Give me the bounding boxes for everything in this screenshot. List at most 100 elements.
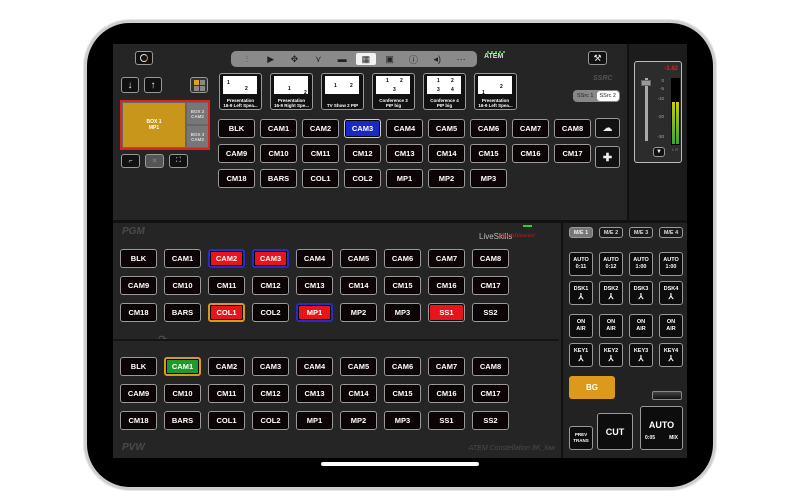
pgm-source-button[interactable]: CM10 [164,276,201,295]
ssrc-preset[interactable]: 1 2 Presentation 16-9 Right Spe... [270,73,313,110]
home-indicator[interactable] [321,462,479,466]
pgm-source-button[interactable]: CM16 [428,276,465,295]
ssrc-source-button[interactable]: CM17 [554,144,591,163]
pvw-source-button[interactable]: COL1 [208,411,245,430]
ssrc-preset[interactable]: 1 2 TV Show 2 PIP [321,73,364,110]
ssrc-source-button[interactable]: CAM3 [344,119,381,138]
ssrc-source-button[interactable]: CAM7 [512,119,549,138]
ssrc-source-button[interactable]: BARS [260,169,297,188]
on-air-button[interactable]: ON AIR [599,314,623,338]
pgm-source-button[interactable]: CAM5 [340,249,377,268]
ssrc-source-button[interactable]: CAM4 [386,119,423,138]
pgm-source-button[interactable]: CAM8 [472,249,509,268]
ssrc-source-button[interactable]: CAM9 [218,144,255,163]
dsk-tie-button[interactable]: DSK3 ⅄ [629,281,653,305]
pgm-source-button[interactable]: CAM7 [428,249,465,268]
toolbar-mixer-sliders-button[interactable]: ⫶ [237,53,257,65]
ssrc-source-button[interactable]: CM13 [386,144,423,163]
pvw-source-button[interactable]: CM16 [428,384,465,403]
toolbar-more-button[interactable]: ⋯ [451,53,471,65]
cloud-save-button[interactable]: ☁ [595,118,620,138]
prev-trans-button[interactable]: PREV TRANS [569,426,593,450]
me-tab[interactable]: M/E 1 [569,227,593,238]
cut-button[interactable]: CUT [597,413,633,450]
pgm-source-button[interactable]: MP2 [340,303,377,322]
pvw-source-button[interactable]: CAM7 [428,357,465,376]
key-tie-button[interactable]: KEY4 ⅄ [659,343,683,367]
pvw-source-button[interactable]: BLK [120,357,157,376]
dsk-auto-button[interactable]: AUTO 1:00 [629,252,653,276]
fader-handle[interactable] [641,80,651,86]
ssrc-1-option[interactable]: SSrc 1 [574,91,597,101]
auto-transition-button[interactable]: AUTO 0:05 MIX [640,406,683,450]
pgm-source-button[interactable]: SS2 [472,303,509,322]
pgm-source-button[interactable]: CAM9 [120,276,157,295]
ssrc-source-button[interactable]: CM14 [428,144,465,163]
pgm-source-button[interactable]: COL1 [208,303,245,322]
ssrc-source-button[interactable]: BLK [218,119,255,138]
dsk-auto-button[interactable]: AUTO 1:00 [659,252,683,276]
pvw-source-button[interactable]: CAM9 [120,384,157,403]
ssrc-source-button[interactable]: CM12 [344,144,381,163]
hammer-button[interactable]: ⚒ [588,51,607,65]
pgm-source-button[interactable]: CAM3 [252,249,289,268]
box-crop-button[interactable]: ✕ [145,154,164,168]
ssrc-source-button[interactable]: CAM8 [554,119,591,138]
toolbar-media-button[interactable]: ▣ [380,53,400,65]
box2-tile[interactable]: BOX 2 CAM2 [187,103,208,124]
pgm-source-button[interactable]: CM14 [340,276,377,295]
pvw-source-button[interactable]: CAM6 [384,357,421,376]
pvw-source-button[interactable]: BARS [164,411,201,430]
pvw-source-button[interactable]: SS2 [472,411,509,430]
pgm-source-button[interactable]: BARS [164,303,201,322]
ssrc-preset[interactable]: 1 2 Presentation 16-9 Left Spea... [474,73,517,110]
ssrc-source-button[interactable]: CM10 [260,144,297,163]
ssrc-source-button[interactable]: CM16 [512,144,549,163]
key-tie-button[interactable]: KEY1 ⅄ [569,343,593,367]
ssrc-preset[interactable]: 1 2 3 Conference 3 PIP big [372,73,415,110]
pvw-source-button[interactable]: MP3 [384,411,421,430]
meter-menu-button[interactable]: ▼ [653,147,665,157]
toolbar-monitor-button[interactable]: ▬ [332,53,352,65]
toolbar-move-button[interactable]: ✥ [284,53,304,65]
dsk-auto-button[interactable]: AUTO 0:11 [569,252,593,276]
on-air-button[interactable]: ON AIR [569,314,593,338]
dsk-tie-button[interactable]: DSK1 ⅄ [569,281,593,305]
pgm-source-button[interactable]: SS1 [428,303,465,322]
bg-button[interactable]: BG [569,376,615,399]
ssrc-source-button[interactable]: MP2 [428,169,465,188]
pgm-source-button[interactable]: MP1 [296,303,333,322]
ssrc-preset[interactable]: 1 2 3 4 Conference 4 PIP big [423,73,466,110]
ssrc-source-button[interactable]: CAM2 [302,119,339,138]
ssrc-source-button[interactable]: MP3 [470,169,507,188]
me-tab[interactable]: M/E 2 [599,227,623,238]
pvw-source-button[interactable]: CAM2 [208,357,245,376]
pvw-source-button[interactable]: CM18 [120,411,157,430]
pvw-source-button[interactable]: CM13 [296,384,333,403]
dsk-auto-button[interactable]: AUTO 0:12 [599,252,623,276]
layout-grid-button[interactable] [190,77,208,93]
fader-track[interactable] [645,78,648,141]
box-fullscreen-button[interactable]: ⛶ [169,154,188,168]
pvw-source-button[interactable]: CAM4 [296,357,333,376]
pgm-source-button[interactable]: COL2 [252,303,289,322]
pgm-source-button[interactable]: CM12 [252,276,289,295]
dsk-tie-button[interactable]: DSK4 ⅄ [659,281,683,305]
pgm-source-button[interactable]: BLK [120,249,157,268]
ssrc-preset[interactable]: 1 2 Presentation 16-9 Left Spea... [219,73,262,110]
dsk-tie-button[interactable]: DSK2 ⅄ [599,281,623,305]
ssrc-source-button[interactable]: CAM5 [428,119,465,138]
pvw-source-button[interactable]: CM10 [164,384,201,403]
pgm-source-button[interactable]: CAM2 [208,249,245,268]
pgm-source-button[interactable]: CM13 [296,276,333,295]
recall-button[interactable]: ↓ [121,77,139,93]
ssrc-2-option[interactable]: SSrc 2 [596,91,619,101]
pvw-source-button[interactable]: CAM1 [164,357,201,376]
toolbar-info-button[interactable]: ⓘ [403,53,423,65]
me-tab[interactable]: M/E 4 [659,227,683,238]
pgm-source-button[interactable]: CM17 [472,276,509,295]
ssrc-source-button[interactable]: COL1 [302,169,339,188]
pvw-source-button[interactable]: CM12 [252,384,289,403]
toolbar-play-button[interactable]: ▶ [261,53,281,65]
pvw-source-button[interactable]: MP2 [340,411,377,430]
